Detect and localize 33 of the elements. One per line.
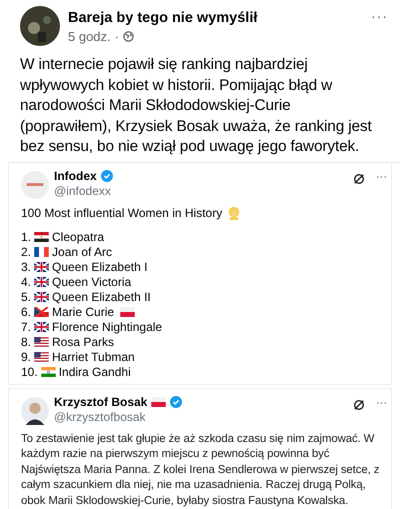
account-handle[interactable]: @krzysztofbosak — [54, 410, 348, 424]
list-item-name: Joan of Arc — [52, 244, 112, 260]
more-button[interactable]: ··· — [376, 396, 387, 408]
list-item-name: Queen Victoria — [52, 274, 132, 290]
account-handle[interactable]: @infodexx — [54, 184, 348, 198]
post-time[interactable]: 5 godz. — [68, 29, 111, 44]
separator: · — [114, 29, 119, 44]
list-number: 10. — [21, 364, 38, 380]
list-number: 6. — [21, 304, 32, 320]
tweet-title: 100 Most influential Women in History — [21, 206, 222, 220]
tweet-text: To zestawienie jest tak głupie że aż szkoda czasu się nim zajmować. W każdym razie na pierwszym miejscu z pewnością powinna być Najświętsza Maria Panna. Z kolei Irena Sendlerowa w pierwszej setce, z całym szacunkiem dla niej, nie ma uzasadnienia. Raczej drugą Polką, obok Marii Sklodowskiej-Curie, byłaby siostra Faustyna Kowalska. — [21, 432, 380, 508]
list-item-name: Harriet Tubman — [52, 350, 135, 364]
list-number: 4. — [21, 274, 32, 290]
author-name[interactable]: Bareja by tego nie wymyślił — [68, 10, 363, 26]
list-item-name: Queen Elizabeth II — [52, 290, 151, 304]
list-number: 2. — [21, 244, 32, 260]
list-item-name: Marie Curie — [52, 304, 114, 320]
list-number: 5. — [21, 290, 32, 304]
list-item-name: Indira Gandhi — [58, 364, 131, 380]
list-number: 7. — [21, 320, 32, 334]
account-name[interactable]: Infodex — [54, 168, 97, 182]
account-name[interactable]: Krzysztof Bosak — [54, 394, 148, 408]
list-number: 1. — [21, 230, 32, 244]
list-item-name: Florence Nightingale — [52, 320, 162, 334]
list-item-name: Cleopatra — [52, 230, 104, 244]
more-button[interactable]: ··· — [371, 6, 388, 24]
list-item-name: Queen Elizabeth I — [52, 260, 148, 274]
post-text: W internecie pojawił się ranking najbardziej wpływowych kobiet w historii. Pomijając błąd w narodowości Marii Skłododowskiej-Curie (poprawiłem), Krzysiek Bosak uważa, że ranking jest bez sensu, bo nie wziął pod uwagę jego faworytek. — [20, 55, 373, 157]
list-number: 9. — [21, 350, 32, 364]
list-number: 3. — [21, 260, 32, 274]
list-number: 8. — [21, 334, 32, 350]
more-button[interactable]: ··· — [376, 170, 387, 182]
list-item-name: Rosa Parks — [52, 334, 114, 350]
